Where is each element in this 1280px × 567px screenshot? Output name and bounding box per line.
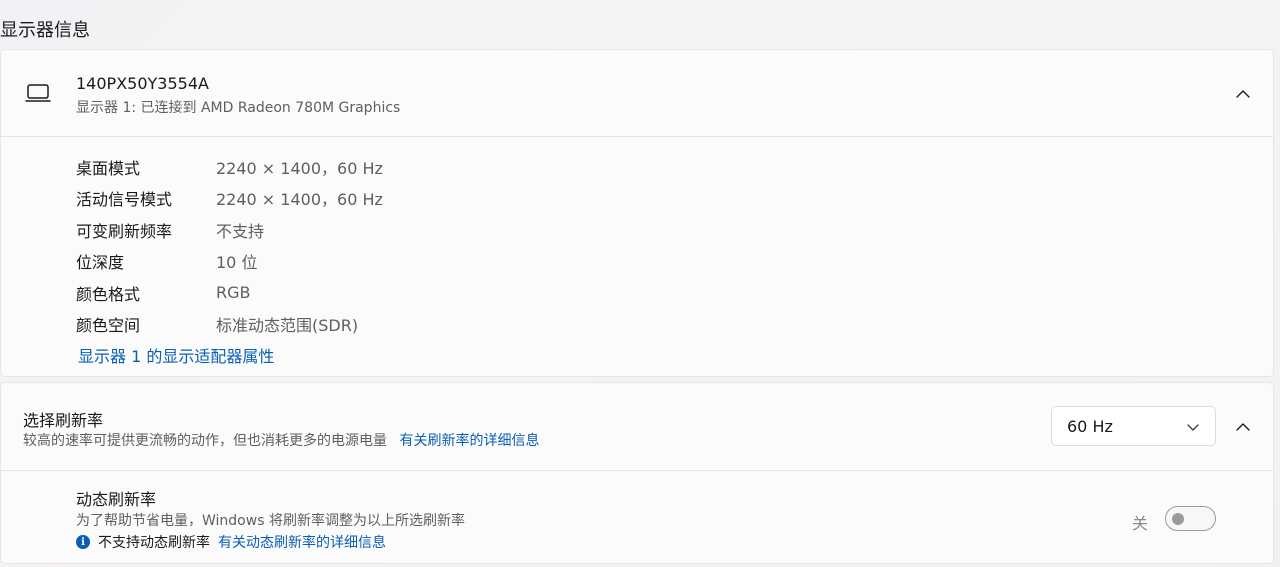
info-row-color-space: 颜色空间 标准动态范围(SDR)	[76, 309, 676, 341]
display-info-list: 桌面模式 2240 × 1400，60 Hz 活动信号模式 2240 × 140…	[76, 151, 676, 340]
info-label: 可变刷新频率	[76, 221, 173, 241]
refresh-rate-header[interactable]: 选择刷新率 较高的速率可提供更流畅的动作，但也消耗更多的电源电量 有关刷新率的详…	[1, 383, 1273, 471]
chevron-down-icon	[1187, 424, 1199, 431]
refresh-rate-dropdown[interactable]: 60 Hz	[1051, 406, 1216, 446]
info-row-vrr: 可变刷新频率 不支持	[76, 214, 676, 246]
laptop-icon	[25, 84, 51, 102]
info-row-color-format: 颜色格式 RGB	[76, 277, 676, 309]
info-label: 活动信号模式	[76, 190, 173, 210]
adapter-properties-link[interactable]: 显示器 1 的显示适配器属性	[78, 343, 274, 367]
refresh-rate-selected: 60 Hz	[1067, 417, 1113, 436]
section-title: 显示器信息	[0, 20, 90, 41]
info-row-desktop-mode: 桌面模式 2240 × 1400，60 Hz	[76, 151, 676, 183]
info-label: 颜色空间	[76, 316, 141, 336]
info-row-bit-depth: 位深度 10 位	[76, 246, 676, 278]
info-value: 标准动态范围(SDR)	[216, 316, 359, 336]
dynamic-refresh-unsupported: 不支持动态刷新率	[98, 535, 210, 551]
refresh-rate-description: 较高的速率可提供更流畅的动作，但也消耗更多的电源电量	[23, 433, 387, 449]
dynamic-refresh-subtitle: 为了帮助节省电量，Windows 将刷新率调整为以上所选刷新率	[76, 513, 465, 529]
refresh-rate-card: 选择刷新率 较高的速率可提供更流畅的动作，但也消耗更多的电源电量 有关刷新率的详…	[0, 382, 1274, 564]
info-row-active-signal: 活动信号模式 2240 × 1400，60 Hz	[76, 183, 676, 215]
dynamic-refresh-details-link[interactable]: 有关动态刷新率的详细信息	[218, 532, 386, 552]
info-value: 2240 × 1400，60 Hz	[216, 190, 383, 210]
info-icon: i	[76, 535, 90, 549]
refresh-rate-subtitle: 较高的速率可提供更流畅的动作，但也消耗更多的电源电量 有关刷新率的详细信息	[23, 430, 539, 450]
dynamic-refresh-info: i 不支持动态刷新率 有关动态刷新率的详细信息	[76, 532, 386, 552]
info-value: RGB	[216, 283, 251, 303]
display-card-header[interactable]: 140PX50Y3554A 显示器 1: 已连接到 AMD Radeon 780…	[1, 50, 1273, 137]
toggle-knob	[1172, 513, 1184, 525]
display-name: 140PX50Y3554A	[76, 74, 209, 93]
chevron-up-icon[interactable]	[1233, 417, 1253, 437]
info-label: 桌面模式	[76, 158, 141, 178]
display-card: 140PX50Y3554A 显示器 1: 已连接到 AMD Radeon 780…	[0, 49, 1274, 377]
info-value: 10 位	[216, 253, 258, 273]
display-subtitle: 显示器 1: 已连接到 AMD Radeon 780M Graphics	[76, 100, 401, 116]
toggle-state-label: 关	[1132, 514, 1149, 533]
refresh-rate-title: 选择刷新率	[23, 411, 104, 430]
info-label: 位深度	[76, 253, 125, 273]
dynamic-refresh-title: 动态刷新率	[76, 490, 157, 509]
dynamic-refresh-toggle[interactable]	[1165, 506, 1216, 531]
info-value: 不支持	[216, 221, 265, 241]
chevron-up-icon[interactable]	[1233, 84, 1253, 104]
info-value: 2240 × 1400，60 Hz	[216, 158, 383, 178]
info-label: 颜色格式	[76, 284, 141, 304]
refresh-rate-details-link[interactable]: 有关刷新率的详细信息	[399, 433, 539, 449]
